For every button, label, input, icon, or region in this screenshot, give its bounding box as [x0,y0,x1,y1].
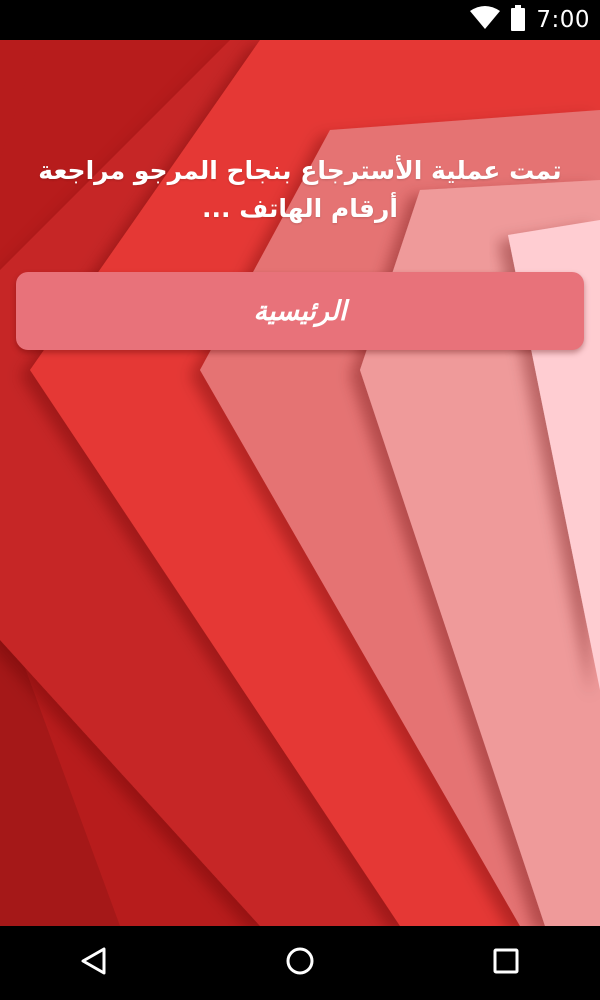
navigation-bar [0,926,600,1000]
home-nav-button[interactable] [240,926,360,1000]
back-button[interactable] [34,926,154,1000]
success-message: تمت عملية الأسترجاع بنجاح المرجو مراجعة … [38,156,562,223]
back-icon [80,946,108,980]
recents-icon [492,947,520,979]
home-icon [285,946,315,980]
app-screen: 7:00 تمت عملية الأسترجاع بنجاح المرجو مر… [0,0,600,1000]
wifi-icon [470,6,501,34]
battery-icon [510,5,526,35]
home-button[interactable]: الرئيسية [16,272,584,350]
recents-button[interactable] [446,926,566,1000]
status-clock: 7:00 [536,7,590,33]
status-bar: 7:00 [0,0,600,40]
